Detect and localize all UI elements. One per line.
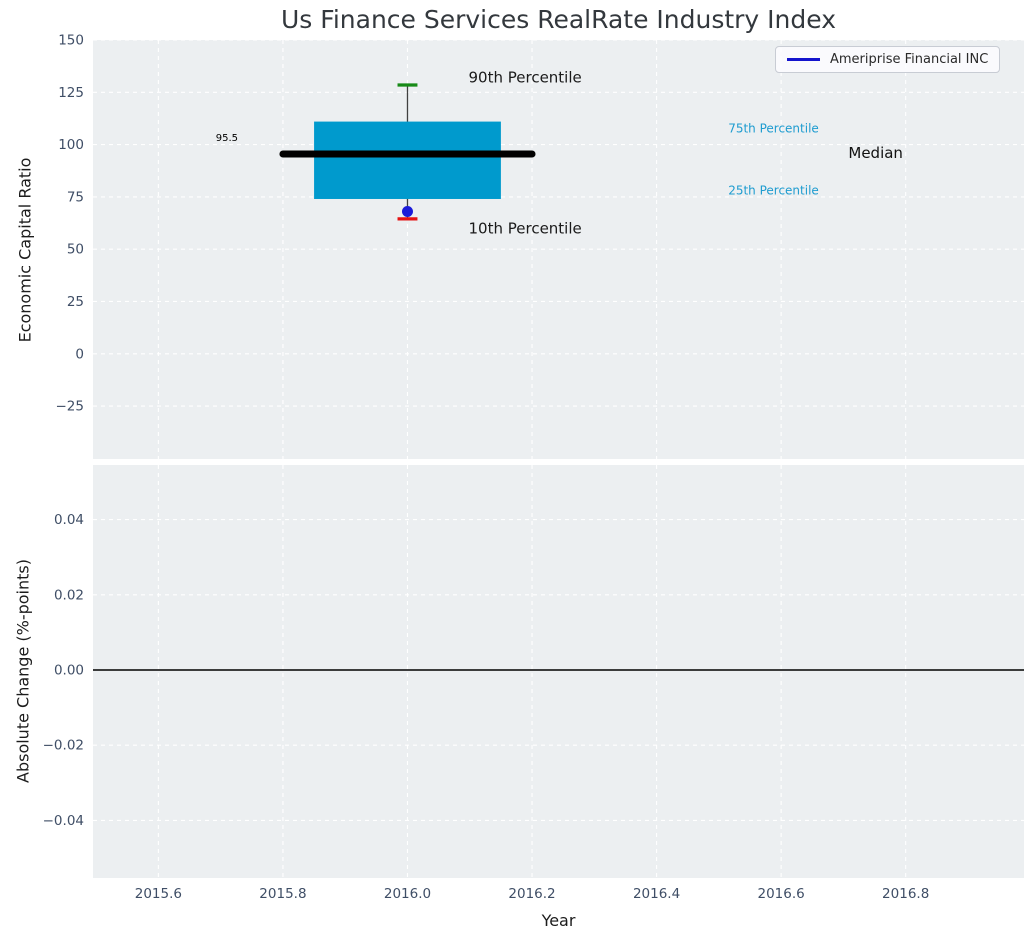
figure: 2015.6 2015.8 2016.0 2016.2 2016.4 2016.6 2016…	[0, 0, 1034, 942]
legend-label: Ameriprise Financial INC	[830, 52, 989, 67]
chart-canvas: 2015.6 2015.8 2016.0 2016.2 2016.4 2016.6 2016…	[43, 33, 1024, 902]
y-tick-label-top: 150	[58, 33, 84, 49]
median-label: Median	[848, 144, 903, 162]
y-tick-label-bottom: −0.02	[43, 738, 84, 754]
p75-label: 75th Percentile	[728, 121, 819, 135]
y-tick-label-bottom: −0.04	[43, 813, 84, 829]
y-tick-label-top: 0	[75, 346, 84, 362]
y-tick-label-top: 50	[67, 242, 84, 258]
x-tick-label: 2016.8	[882, 886, 929, 902]
x-tick-label: 2015.8	[259, 886, 306, 902]
x-axis-label: Year	[541, 911, 576, 930]
y-axis-label-top: Economic Capital Ratio	[15, 157, 35, 343]
bottom-panel-background	[93, 465, 1024, 878]
x-tick-label: 2016.6	[758, 886, 805, 902]
y-tick-label-bottom: 0.00	[54, 662, 84, 678]
iqr-box	[314, 121, 501, 199]
x-tick-label: 2015.6	[135, 886, 182, 902]
y-tick-label-top: 25	[67, 294, 84, 310]
x-tick-label: 2016.4	[633, 886, 680, 902]
y-tick-label-top: −25	[56, 399, 85, 415]
y-tick-label-bottom: 0.04	[54, 512, 84, 528]
chart-title: Us Finance Services RealRate Industry In…	[281, 5, 836, 34]
y-tick-label-bottom: 0.02	[54, 587, 84, 603]
p25-label: 25th Percentile	[728, 183, 819, 197]
p10-label: 10th Percentile	[469, 220, 582, 238]
y-tick-label-top: 125	[58, 85, 84, 101]
y-axis-label-bottom: Absolute Change (%-points)	[13, 559, 33, 783]
x-tick-label: 2016.2	[508, 886, 555, 902]
legend-line-icon	[787, 58, 820, 61]
y-tick-label-top: 100	[58, 137, 84, 153]
legend: Ameriprise Financial INC	[775, 46, 1001, 73]
p90-label: 90th Percentile	[469, 68, 582, 86]
median-value-label: 95.5	[216, 133, 238, 144]
y-tick-label-top: 75	[67, 189, 84, 205]
x-tick-label: 2016.0	[384, 886, 431, 902]
company-data-point	[401, 206, 413, 218]
